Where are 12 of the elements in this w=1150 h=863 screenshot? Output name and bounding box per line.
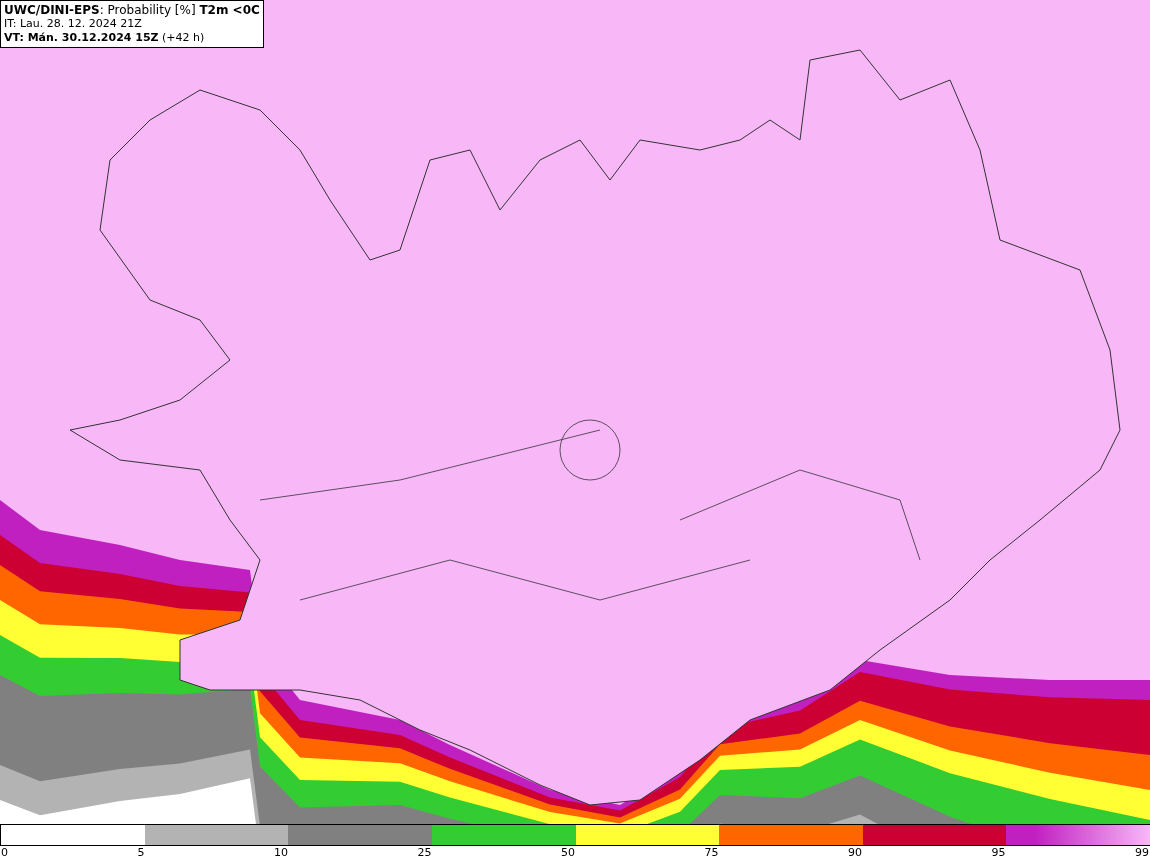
legend-tick: 75	[704, 846, 719, 859]
map-title: UWC/DINI-EPS: Probability [%] T2m <0C	[4, 3, 260, 17]
legend-tick: 50	[561, 846, 575, 859]
legend-tick: 0	[1, 846, 8, 859]
legend-tick: 5	[137, 846, 145, 859]
legend-tick: 95	[991, 846, 1006, 859]
valid-time: VT: Mán. 30.12.2024 15Z (+42 h)	[4, 31, 206, 45]
legend-tick: 99	[1135, 846, 1149, 859]
legend-tick: 10	[274, 846, 288, 859]
init-time: IT: Lau. 28. 12. 2024 21Z	[4, 17, 143, 31]
legend-tick: 90	[848, 846, 862, 859]
legend-tick: 25	[417, 846, 432, 859]
